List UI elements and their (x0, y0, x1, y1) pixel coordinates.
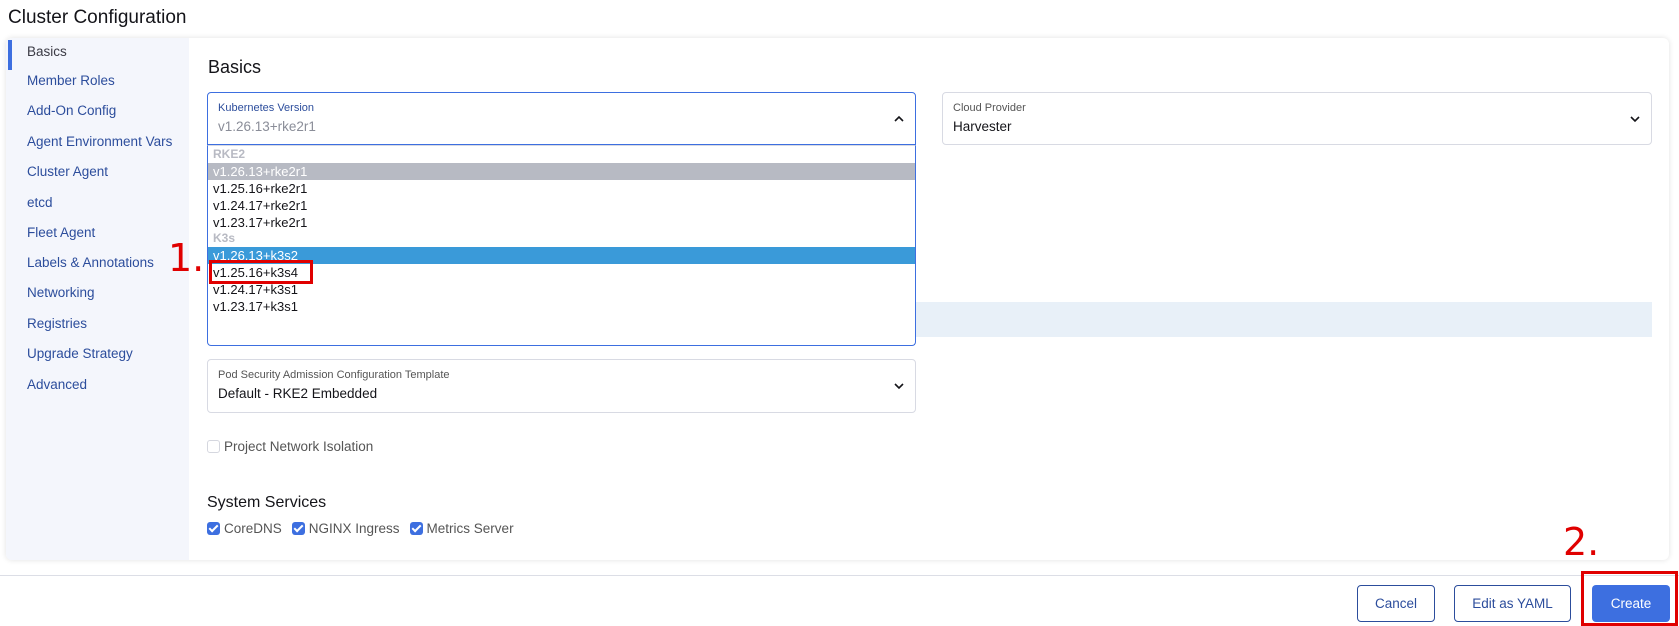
sidebar: Basics Member Roles Add-On Config Agent … (6, 38, 189, 560)
sidebar-item-labels-annotations[interactable]: Labels & Annotations (27, 255, 154, 270)
sidebar-item-basics[interactable]: Basics (27, 44, 67, 59)
sidebar-item-fleet-agent[interactable]: Fleet Agent (27, 225, 95, 240)
sidebar-item-member-roles[interactable]: Member Roles (27, 73, 115, 88)
cloud-provider-label: Cloud Provider (953, 102, 1026, 114)
nginx-ingress-checkbox[interactable]: NGINX Ingress (291, 521, 400, 536)
psa-template-value: Default - RKE2 Embedded (218, 386, 378, 401)
dropdown-group-k3s: K3s (213, 231, 236, 245)
sidebar-item-advanced[interactable]: Advanced (27, 377, 87, 392)
page-title: Cluster Configuration (8, 7, 187, 28)
dropdown-option[interactable]: v1.26.13+rke2r1 (208, 163, 915, 180)
system-services-title: System Services (207, 494, 327, 511)
sidebar-item-add-on-config[interactable]: Add-On Config (27, 103, 116, 118)
coredns-label: CoreDNS (224, 521, 282, 536)
dropdown-option[interactable]: v1.26.13+k3s2 (208, 247, 915, 264)
checkbox-unchecked-icon (207, 440, 220, 453)
coredns-checkbox[interactable]: CoreDNS (207, 521, 282, 536)
chevron-down-icon (1630, 116, 1640, 123)
cloud-provider-select[interactable]: Cloud Provider Harvester (942, 92, 1652, 145)
kubernetes-version-value: v1.26.13+rke2r1 (218, 119, 316, 134)
dropdown-option[interactable]: v1.25.16+rke2r1 (208, 180, 915, 197)
sidebar-item-etcd[interactable]: etcd (27, 195, 53, 210)
dropdown-option[interactable]: v1.23.17+rke2r1 (208, 214, 915, 231)
sidebar-item-cluster-agent[interactable]: Cluster Agent (27, 164, 108, 179)
dropdown-option[interactable]: v1.25.16+k3s4 (208, 264, 915, 281)
kubernetes-version-label: Kubernetes Version (218, 102, 315, 114)
sidebar-item-upgrade-strategy[interactable]: Upgrade Strategy (27, 346, 133, 361)
nginx-ingress-label: NGINX Ingress (308, 521, 400, 536)
cancel-button[interactable]: Cancel (1357, 585, 1435, 622)
cloud-provider-value: Harvester (953, 119, 1012, 134)
chevron-down-icon (894, 383, 904, 390)
annotation-step-2: 2. (1563, 520, 1600, 564)
sidebar-item-registries[interactable]: Registries (27, 316, 87, 331)
sidebar-item-agent-environment-vars[interactable]: Agent Environment Vars (27, 134, 172, 149)
project-network-isolation-checkbox[interactable]: Project Network Isolation (207, 439, 373, 454)
dropdown-group-rke2: RKE2 (213, 147, 246, 161)
checkbox-checked-icon (291, 522, 305, 535)
section-title: Basics (208, 57, 262, 77)
project-network-isolation-label: Project Network Isolation (224, 439, 374, 454)
dropdown-option[interactable]: v1.23.17+k3s1 (208, 298, 915, 315)
metrics-server-checkbox[interactable]: Metrics Server (409, 521, 514, 536)
sidebar-item-networking[interactable]: Networking (27, 285, 95, 300)
system-services-list: CoreDNS NGINX Ingress Metrics Server (207, 521, 514, 536)
info-banner (916, 302, 1652, 337)
annotation-step-1: 1. (168, 236, 205, 280)
dropdown-option[interactable]: v1.24.17+k3s1 (208, 281, 915, 298)
footer-divider (0, 575, 1679, 576)
kubernetes-version-select[interactable]: Kubernetes Version v1.26.13+rke2r1 (207, 92, 916, 145)
metrics-server-label: Metrics Server (426, 521, 514, 536)
checkbox-checked-icon (409, 522, 423, 535)
sidebar-active-indicator (8, 40, 12, 70)
edit-as-yaml-button[interactable]: Edit as YAML (1454, 585, 1571, 622)
annotation-box-step-1 (209, 260, 313, 284)
checkbox-checked-icon (207, 522, 220, 535)
psa-template-select[interactable]: Pod Security Admission Configuration Tem… (207, 359, 916, 413)
psa-template-label: Pod Security Admission Configuration Tem… (218, 369, 450, 381)
dropdown-option[interactable]: v1.24.17+rke2r1 (208, 197, 915, 214)
kubernetes-version-dropdown: RKE2 v1.26.13+rke2r1 v1.25.16+rke2r1 v1.… (207, 145, 916, 346)
chevron-up-icon (894, 115, 904, 122)
annotation-box-step-2 (1581, 571, 1678, 626)
